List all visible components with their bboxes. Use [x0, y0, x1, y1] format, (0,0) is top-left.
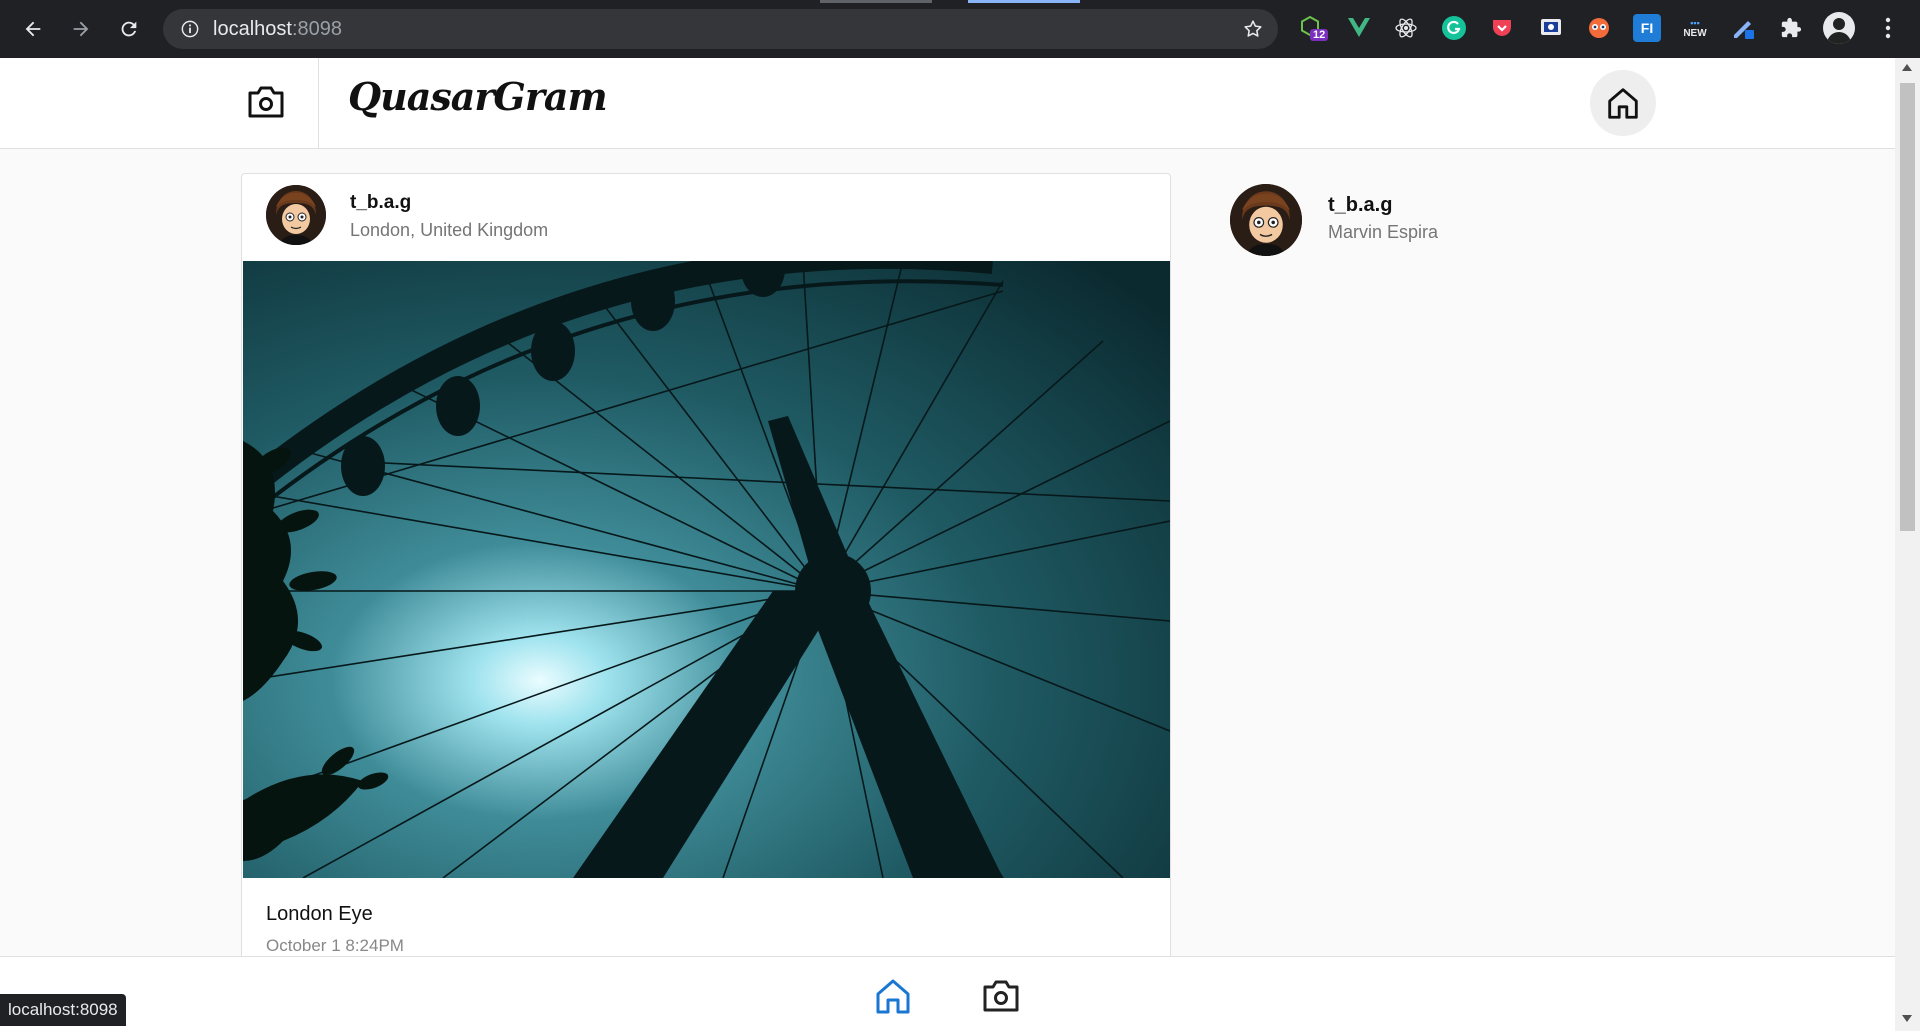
tab-indicator-active — [968, 0, 1080, 3]
scroll-down-arrow-icon[interactable] — [1902, 1015, 1912, 1022]
page-content: t_b.a.g London, United Kingdom London Ey… — [0, 149, 1895, 956]
browser-menu-icon[interactable] — [1874, 14, 1902, 42]
forward-button[interactable] — [64, 12, 98, 46]
bottom-nav — [0, 956, 1895, 1031]
profile-avatar-icon[interactable] — [1823, 12, 1855, 44]
arrow-right-icon — [73, 21, 89, 37]
post-date: October 1 8:24PM — [266, 936, 404, 955]
app-header: QuasarGram — [0, 58, 1895, 149]
pen-extension-icon[interactable] — [1730, 14, 1758, 42]
post-username[interactable]: t_b.a.g — [350, 192, 411, 214]
pocket-icon[interactable] — [1488, 14, 1516, 42]
url-host: localhost — [213, 18, 292, 40]
post-image[interactable] — [243, 261, 1170, 878]
scrollbar-thumb[interactable] — [1900, 83, 1915, 531]
url-text: localhost:8098 — [213, 18, 342, 41]
react-devtools-icon[interactable] — [1392, 14, 1420, 42]
reload-button[interactable] — [112, 12, 146, 46]
new-extension-mark: ▪▪▪ — [1690, 17, 1700, 28]
post-card: t_b.a.g London, United Kingdom London Ey… — [241, 173, 1171, 956]
scroll-up-arrow-icon[interactable] — [1902, 64, 1912, 71]
arrow-left-icon — [25, 21, 41, 37]
sidebar-avatar[interactable] — [1230, 184, 1302, 256]
cartoon-avatar-icon — [266, 185, 326, 245]
new-extension-label: NEW — [1683, 27, 1707, 39]
fi-extension-icon[interactable]: FI — [1633, 14, 1661, 42]
sidebar-profile: t_b.a.g Marvin Espira — [1230, 184, 1530, 264]
post-location: London, United Kingdom — [350, 220, 549, 240]
tab-indicator — [820, 0, 932, 3]
toby-extension-icon[interactable] — [1585, 14, 1613, 42]
grammarly-icon[interactable] — [1440, 14, 1468, 42]
camera-icon — [248, 86, 284, 118]
nodejs-extension-icon[interactable]: 12 — [1298, 14, 1329, 42]
sidebar-full-name: Marvin Espira — [1328, 222, 1439, 242]
home-icon — [1608, 88, 1638, 119]
app-logo[interactable]: QuasarGram — [348, 74, 608, 119]
header-camera-button[interactable] — [246, 84, 286, 125]
header-home-button[interactable] — [1590, 70, 1656, 136]
browser-toolbar: localhost:8098 12 FI ▪▪▪ NEW — [0, 0, 1920, 58]
post-caption: London Eye — [266, 903, 373, 925]
camera-icon — [983, 980, 1019, 1012]
new-extension-icon[interactable]: ▪▪▪ NEW — [1681, 14, 1709, 42]
page-scrollbar[interactable] — [1895, 58, 1920, 1031]
nav-home-button[interactable] — [871, 974, 915, 1018]
nav-camera-button[interactable] — [979, 974, 1023, 1018]
url-port: :8098 — [291, 18, 342, 40]
screen-recorder-icon[interactable] — [1537, 14, 1565, 42]
site-info-icon[interactable] — [181, 20, 199, 43]
vue-devtools-icon[interactable] — [1345, 14, 1373, 42]
bookmark-star-icon[interactable] — [1242, 18, 1264, 45]
header-divider — [318, 58, 319, 149]
back-button[interactable] — [16, 12, 50, 46]
fi-extension-label: FI — [1640, 20, 1654, 36]
extension-badge: 12 — [1310, 29, 1329, 41]
reload-icon — [121, 21, 137, 37]
extensions-puzzle-icon[interactable] — [1777, 14, 1805, 42]
ferris-wheel-photo — [243, 261, 1170, 878]
status-bar-url: localhost:8098 — [0, 994, 126, 1026]
cartoon-avatar-icon — [1230, 184, 1302, 256]
post-avatar[interactable] — [266, 185, 326, 245]
address-bar[interactable]: localhost:8098 — [163, 9, 1278, 49]
sidebar-username[interactable]: t_b.a.g — [1328, 194, 1392, 217]
post-header: t_b.a.g London, United Kingdom — [242, 174, 1170, 260]
home-icon — [876, 979, 910, 1014]
